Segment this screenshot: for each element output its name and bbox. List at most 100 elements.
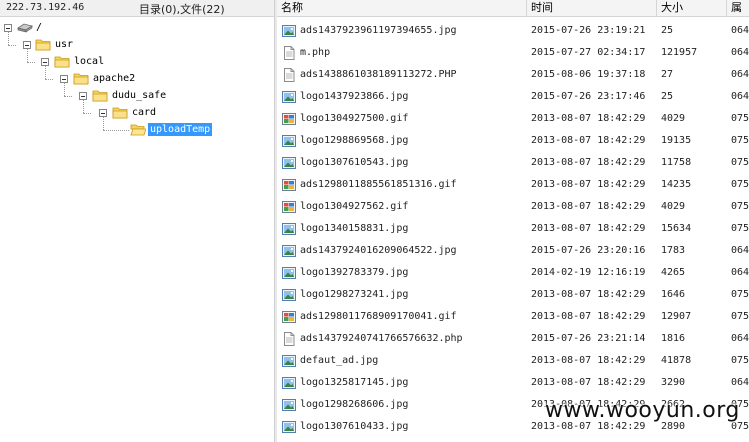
image-file-icon [282, 222, 296, 236]
image-file-icon [282, 90, 296, 104]
file-row[interactable]: logo1340158831.jpg 2013-08-07 18:42:29 156… [277, 220, 749, 242]
file-list-pane: 名称 时间 大小 属 ads1437923961197394655.jpg 201… [277, 0, 749, 442]
file-time: 2013-08-07 18:42:29 [531, 289, 646, 300]
folder-icon [112, 107, 128, 119]
folder-icon [54, 56, 70, 68]
file-size: 25 [661, 91, 674, 102]
file-name: logo1307610543.jpg [300, 157, 409, 168]
file-attr: 064 [731, 377, 749, 388]
file-row[interactable]: logo1325817145.jpg 2013-08-07 18:42:29 329… [277, 374, 749, 396]
file-time: 2013-08-07 18:42:29 [531, 223, 646, 234]
column-header-name[interactable]: 名称 [277, 0, 527, 16]
file-size: 11758 [661, 157, 692, 168]
file-size: 19135 [661, 135, 692, 146]
collapse-toggle-local[interactable] [41, 58, 49, 66]
column-header-attr[interactable]: 属 [727, 0, 749, 16]
file-row[interactable]: logo1392783379.jpg 2014-02-19 12:16:19 426… [277, 264, 749, 286]
column-header-time[interactable]: 时间 [527, 0, 657, 16]
script-file-icon [282, 68, 296, 82]
server-ip: 222.73.192.46 [6, 2, 85, 13]
file-name: m.php [300, 47, 331, 58]
file-attr: 064 [731, 47, 749, 58]
file-attr: 075 [731, 223, 749, 234]
script-file-icon [282, 332, 296, 346]
file-row[interactable]: logo1437923866.jpg 2015-07-26 23:17:46 25 0… [277, 88, 749, 110]
file-row[interactable]: ads1437924074176657663​2.php 2015-07-26 2… [277, 330, 749, 352]
image-file-icon [282, 244, 296, 258]
file-row[interactable]: logo1298273241.jpg 2013-08-07 18:42:29 164… [277, 286, 749, 308]
collapse-toggle-usr[interactable] [23, 41, 31, 49]
file-attr: 075 [731, 113, 749, 124]
file-time: 2013-08-07 18:42:29 [531, 355, 646, 366]
image-file-icon [282, 288, 296, 302]
file-time: 2015-07-26 23:20:16 [531, 245, 646, 256]
file-list: ads1437923961197394655.jpg 2015-07-26 23:… [277, 22, 749, 440]
watermark: www.wooyun.org [545, 398, 740, 423]
dir-file-count: 目录(0),文件(22) [139, 3, 225, 16]
folder-icon [35, 39, 51, 51]
file-name: ads1298011885561851316.gif [300, 179, 457, 190]
file-row[interactable]: ads1438861038189113272.PHP 2015-08-06 19:… [277, 66, 749, 88]
tree-node-label: card [132, 107, 157, 118]
file-size: 12907 [661, 311, 692, 322]
file-row[interactable]: ads1298011885561851316.gif 2013-08-07 18:… [277, 176, 749, 198]
image-file-icon [282, 354, 296, 368]
file-attr: 064 [731, 25, 749, 36]
column-header-size[interactable]: 大小 [657, 0, 727, 16]
file-size: 15634 [661, 223, 692, 234]
file-time: 2013-08-07 18:42:29 [531, 135, 646, 146]
file-attr: 075 [731, 311, 749, 322]
directory-tree-pane: 222.73.192.46 目录(0),文件(22) / usr local a… [0, 0, 274, 442]
file-time: 2015-08-06 19:37:18 [531, 69, 646, 80]
file-attr: 064 [731, 69, 749, 80]
file-name: defaut_ad.jpg [300, 355, 379, 366]
file-row[interactable]: logo1307610543.jpg 2013-08-07 18:42:29 117… [277, 154, 749, 176]
file-time: 2013-08-07 18:42:29 [531, 179, 646, 190]
file-name: logo1298273241.jpg [300, 289, 409, 300]
file-time: 2013-08-07 18:42:29 [531, 311, 646, 322]
file-time: 2015-07-27 02:34:17 [531, 47, 646, 58]
collapse-toggle-card[interactable] [99, 109, 107, 117]
file-attr: 075 [731, 201, 749, 212]
file-row[interactable]: logo1298869568.jpg 2013-08-07 18:42:29 191… [277, 132, 749, 154]
folder-open-icon [130, 124, 146, 136]
folder-icon [92, 90, 108, 102]
folder-icon [73, 73, 89, 85]
file-name: logo1304927562.gif [300, 201, 409, 212]
file-name: logo1340158831.jpg [300, 223, 409, 234]
file-size: 41878 [661, 355, 692, 366]
file-row[interactable]: ads1298011768909170041.gif 2013-08-07 18:… [277, 308, 749, 330]
collapse-toggle-apache2[interactable] [60, 75, 68, 83]
file-row[interactable]: m.php 2015-07-27 02:34:17 121957 064 [277, 44, 749, 66]
file-row[interactable]: logo1304927500.gif 2013-08-07 18:42:29 402… [277, 110, 749, 132]
collapse-toggle-root[interactable] [4, 24, 12, 32]
file-name: ads1437923961197394655.jpg [300, 25, 457, 36]
tree-node-label: / [36, 22, 43, 33]
collapse-toggle-dudu-safe[interactable] [79, 92, 87, 100]
file-name: ads1438861038189113272.PHP [300, 69, 457, 80]
image-file-icon [282, 376, 296, 390]
file-name: logo1304927500.gif [300, 113, 409, 124]
gif-file-icon [282, 112, 296, 126]
image-file-icon [282, 398, 296, 412]
tree-node-label: local [74, 56, 105, 67]
file-attr: 064 [731, 245, 749, 256]
gif-file-icon [282, 200, 296, 214]
file-attr: 064 [731, 333, 749, 344]
file-time: 2013-08-07 18:42:29 [531, 377, 646, 388]
file-size: 4029 [661, 201, 686, 212]
file-row[interactable]: ads1437924016209064522.jpg 2015-07-26 23:… [277, 242, 749, 264]
file-row[interactable]: defaut_ad.jpg 2013-08-07 18:42:29 41878 075 [277, 352, 749, 374]
file-row[interactable]: logo1304927562.gif 2013-08-07 18:42:29 402… [277, 198, 749, 220]
file-name: logo1392783379.jpg [300, 267, 409, 278]
file-size: 121957 [661, 47, 698, 58]
column-header: 名称 时间 大小 属 [277, 0, 749, 17]
file-attr: 064 [731, 91, 749, 102]
file-row[interactable]: ads1437923961197394655.jpg 2015-07-26 23:… [277, 22, 749, 44]
file-time: 2013-08-07 18:42:29 [531, 113, 646, 124]
file-size: 1816 [661, 333, 686, 344]
tree-node-label: apache2 [93, 73, 136, 84]
tree-header: 222.73.192.46 目录(0),文件(22) [0, 0, 274, 17]
file-name: logo1298268606.jpg [300, 399, 409, 410]
gif-file-icon [282, 178, 296, 192]
